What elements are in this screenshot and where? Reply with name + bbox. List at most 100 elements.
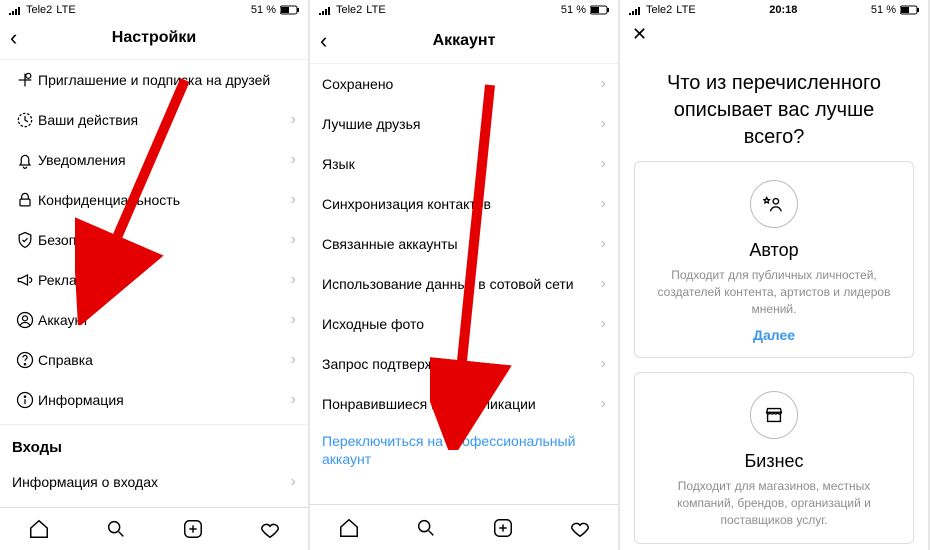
- row-account[interactable]: Аккаунт ›: [0, 300, 308, 340]
- screen-choose-type: Tele2 LTE 20:18 51 % ✕ Что из перечислен…: [620, 0, 930, 550]
- row-label: Конфиденциальность: [38, 192, 291, 208]
- tab-newpost[interactable]: [491, 517, 515, 539]
- row-label: Язык: [322, 156, 601, 172]
- back-button[interactable]: ‹: [320, 28, 327, 54]
- row-label: Связанные аккаунты: [322, 236, 601, 252]
- chevron-right-icon: ›: [291, 473, 296, 491]
- tab-home[interactable]: [27, 518, 51, 540]
- card-title: Бизнес: [653, 451, 895, 472]
- row-liked-posts[interactable]: Понравившиеся вам публикации›: [310, 384, 618, 424]
- battery-icon: [590, 5, 610, 15]
- tab-activity[interactable]: [258, 518, 282, 540]
- card-creator[interactable]: Автор Подходит для публичных личностей, …: [634, 161, 914, 358]
- row-label: Исходные фото: [322, 316, 601, 332]
- chevron-right-icon: ›: [601, 355, 606, 373]
- row-label: Справка: [38, 352, 291, 368]
- card-next-link[interactable]: Далее: [653, 327, 895, 343]
- row-label: Безопасность: [38, 232, 291, 248]
- row-language[interactable]: Язык›: [310, 144, 618, 184]
- status-bar: Tele2 LTE 20:18 51 %: [620, 0, 928, 18]
- type-cards: Автор Подходит для публичных личностей, …: [620, 161, 928, 544]
- row-label: Приглашение и подписка на друзей: [38, 72, 296, 88]
- chevron-right-icon: ›: [601, 275, 606, 293]
- store-icon: [750, 391, 798, 439]
- row-saved[interactable]: Сохранено›: [310, 64, 618, 104]
- chevron-right-icon: ›: [601, 395, 606, 413]
- row-label: Уведомления: [38, 152, 291, 168]
- row-label: Ваши действия: [38, 112, 291, 128]
- screen-settings: Tele2 LTE 51 % ‹ Настройки Приглашение и…: [0, 0, 310, 550]
- add-user-icon: [12, 70, 38, 90]
- clock-dashed-icon: [12, 110, 38, 130]
- row-notifications[interactable]: Уведомления ›: [0, 140, 308, 180]
- carrier-label: Tele2: [336, 4, 362, 16]
- chevron-right-icon: ›: [291, 271, 296, 289]
- row-login-info[interactable]: Информация о входах ›: [0, 462, 308, 502]
- row-help[interactable]: Справка ›: [0, 340, 308, 380]
- back-button[interactable]: ‹: [10, 25, 17, 51]
- card-description: Подходит для публичных личностей, создат…: [653, 267, 895, 317]
- row-label: Информация о входах: [12, 474, 291, 490]
- battery-icon: [900, 5, 920, 15]
- choose-type-heading: Что из перечисленного описывает вас лучш…: [620, 50, 928, 161]
- status-bar: Tele2 LTE 51 %: [0, 0, 308, 17]
- row-label: Лучшие друзья: [322, 116, 601, 132]
- row-security[interactable]: Безопасность ›: [0, 220, 308, 260]
- tab-search[interactable]: [104, 518, 128, 540]
- page-title: Настройки: [112, 29, 196, 47]
- close-button[interactable]: ✕: [632, 24, 647, 45]
- tab-newpost[interactable]: [181, 518, 205, 540]
- switch-professional-link[interactable]: Переключиться на профессиональный аккаун…: [310, 424, 618, 476]
- row-invite[interactable]: Приглашение и подписка на друзей: [0, 60, 308, 100]
- card-description: Подходит для магазинов, местных компаний…: [653, 478, 895, 528]
- row-ads[interactable]: Реклама ›: [0, 260, 308, 300]
- battery-label: 51 %: [251, 4, 276, 16]
- row-label: Реклама: [38, 272, 291, 288]
- chevron-right-icon: ›: [601, 115, 606, 133]
- help-icon: [12, 350, 38, 370]
- row-cellular-data[interactable]: Использование данных в сотовой сети›: [310, 264, 618, 304]
- row-label: Использование данных в сотовой сети: [322, 276, 601, 292]
- tab-search[interactable]: [414, 517, 438, 539]
- bell-icon: [12, 150, 38, 170]
- row-contacts-sync[interactable]: Синхронизация контактов›: [310, 184, 618, 224]
- megaphone-icon: [12, 270, 38, 290]
- chevron-right-icon: ›: [601, 235, 606, 253]
- battery-label: 51 %: [561, 4, 586, 16]
- chevron-right-icon: ›: [601, 315, 606, 333]
- row-original-photos[interactable]: Исходные фото›: [310, 304, 618, 344]
- signal-icon: [628, 5, 642, 15]
- signal-icon: [318, 5, 332, 15]
- info-icon: [12, 390, 38, 410]
- row-linked-accounts[interactable]: Связанные аккаунты›: [310, 224, 618, 264]
- account-list: Сохранено› Лучшие друзья› Язык› Синхрони…: [310, 64, 618, 504]
- row-label: Сохранено: [322, 76, 601, 92]
- battery-label: 51 %: [871, 4, 896, 16]
- tab-home[interactable]: [337, 517, 361, 539]
- clock-label: 20:18: [769, 4, 797, 16]
- page-title: Аккаунт: [433, 32, 496, 50]
- card-business[interactable]: Бизнес Подходит для магазинов, местных к…: [634, 372, 914, 543]
- tab-activity[interactable]: [568, 517, 592, 539]
- status-bar: Tele2 LTE 51 %: [310, 0, 618, 18]
- creator-star-icon: [750, 180, 798, 228]
- row-verification[interactable]: Запрос подтверждения›: [310, 344, 618, 384]
- chevron-right-icon: ›: [601, 195, 606, 213]
- carrier-label: Tele2: [646, 4, 672, 16]
- row-label: Информация: [38, 392, 291, 408]
- network-label: LTE: [676, 4, 695, 16]
- row-close-friends[interactable]: Лучшие друзья›: [310, 104, 618, 144]
- carrier-label: Tele2: [26, 4, 52, 16]
- chevron-right-icon: ›: [291, 231, 296, 249]
- nav-header: ‹ Аккаунт: [310, 18, 618, 64]
- tab-bar: [310, 504, 618, 550]
- row-activity[interactable]: Ваши действия ›: [0, 100, 308, 140]
- tab-bar: [0, 507, 308, 550]
- battery-icon: [280, 5, 300, 15]
- shield-icon: [12, 230, 38, 250]
- chevron-right-icon: ›: [601, 75, 606, 93]
- signal-icon: [8, 5, 22, 15]
- row-about[interactable]: Информация ›: [0, 380, 308, 420]
- user-circle-icon: [12, 310, 38, 330]
- row-privacy[interactable]: Конфиденциальность ›: [0, 180, 308, 220]
